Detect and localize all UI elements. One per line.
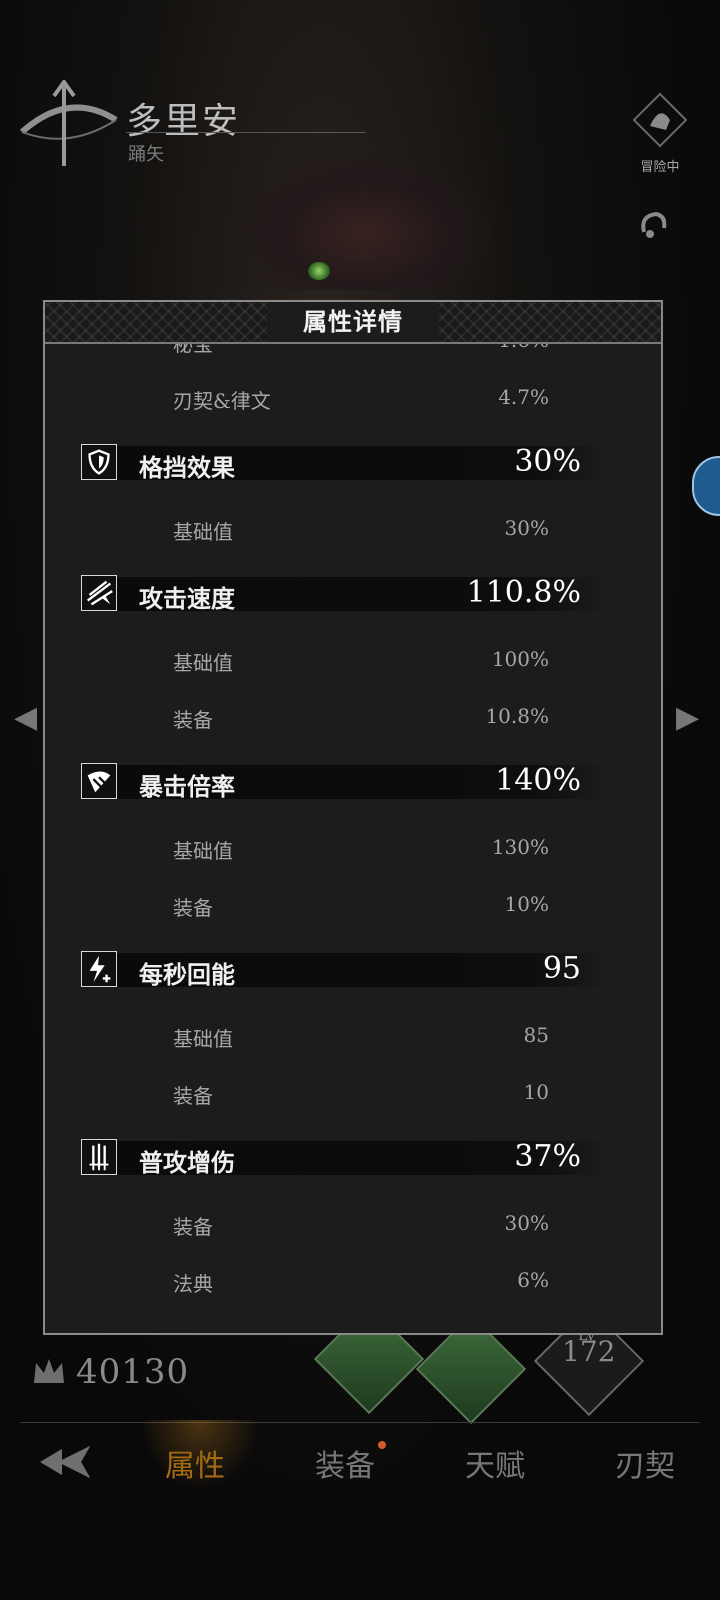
shield-icon xyxy=(81,444,117,480)
list-item: 装备 10% xyxy=(173,892,549,920)
hero-name: 多里安 xyxy=(126,101,241,142)
helmet-icon xyxy=(632,92,688,148)
bow-class-icon xyxy=(20,80,118,166)
hero-gem xyxy=(308,262,330,280)
hero-model xyxy=(235,150,495,290)
tab-attributes[interactable]: 属性 xyxy=(120,1441,270,1485)
bottom-tab-bar: 属性 装备 天赋 刃契 xyxy=(0,1428,720,1498)
claw-slash-icon xyxy=(81,763,117,799)
modal-title: 属性详情 xyxy=(267,302,439,342)
tab-talent[interactable]: 天赋 xyxy=(420,1441,570,1485)
list-item: 刃契&律文 4.7% xyxy=(173,385,549,413)
stat-energy-regen: 每秒回能 95 xyxy=(45,935,661,1009)
list-item: 秘宝 1.6% xyxy=(173,344,549,356)
attribute-detail-modal: 属性详情 秘宝 1.6% 刃契&律文 4.7% 格挡效果 30% 基础值 xyxy=(43,300,663,1335)
attribute-list: 秘宝 1.6% 刃契&律文 4.7% 格挡效果 30% 基础值 30% xyxy=(45,344,661,1311)
hero-name-underline xyxy=(126,132,366,133)
crown-icon xyxy=(34,1359,64,1383)
modal-header: 属性详情 xyxy=(45,302,661,344)
stat-basic-attack-bonus: 普攻增伤 37% xyxy=(45,1123,661,1197)
list-item: 装备 10.8% xyxy=(173,704,549,732)
next-hero-arrow-icon[interactable]: ▶ xyxy=(676,700,699,735)
speed-wings-icon xyxy=(81,575,117,611)
list-item: 基础值 85 xyxy=(173,1023,549,1051)
stat-block-effect: 格挡效果 30% xyxy=(45,428,661,502)
tab-divider xyxy=(20,1422,700,1423)
list-item: 基础值 100% xyxy=(173,647,549,675)
adventure-status-badge[interactable]: 冒险中 xyxy=(628,92,692,182)
triple-swords-icon xyxy=(81,1139,117,1175)
list-item: 装备 10 xyxy=(173,1080,549,1108)
chat-icon[interactable] xyxy=(636,206,672,242)
list-item: 基础值 130% xyxy=(173,835,549,863)
list-item: 基础值 30% xyxy=(173,516,549,544)
notification-dot xyxy=(378,1441,386,1449)
stat-attack-speed: 攻击速度 110.8% xyxy=(45,559,661,633)
modal-scroll-area[interactable]: 秘宝 1.6% 刃契&律文 4.7% 格挡效果 30% 基础值 30% xyxy=(45,344,661,1333)
tab-blade-pact[interactable]: 刃契 xyxy=(570,1441,720,1485)
list-item: 装备 30% xyxy=(173,1211,549,1239)
lightning-plus-icon xyxy=(81,951,117,987)
combat-power: 40130 xyxy=(30,1352,189,1392)
hero-class: 踊矢 xyxy=(128,144,164,165)
list-item: 法典 6% xyxy=(173,1268,549,1296)
prev-hero-arrow-icon[interactable]: ◀ xyxy=(14,700,37,735)
tab-equipment[interactable]: 装备 xyxy=(270,1441,420,1485)
stat-crit-multiplier: 暴击倍率 140% xyxy=(45,747,661,821)
